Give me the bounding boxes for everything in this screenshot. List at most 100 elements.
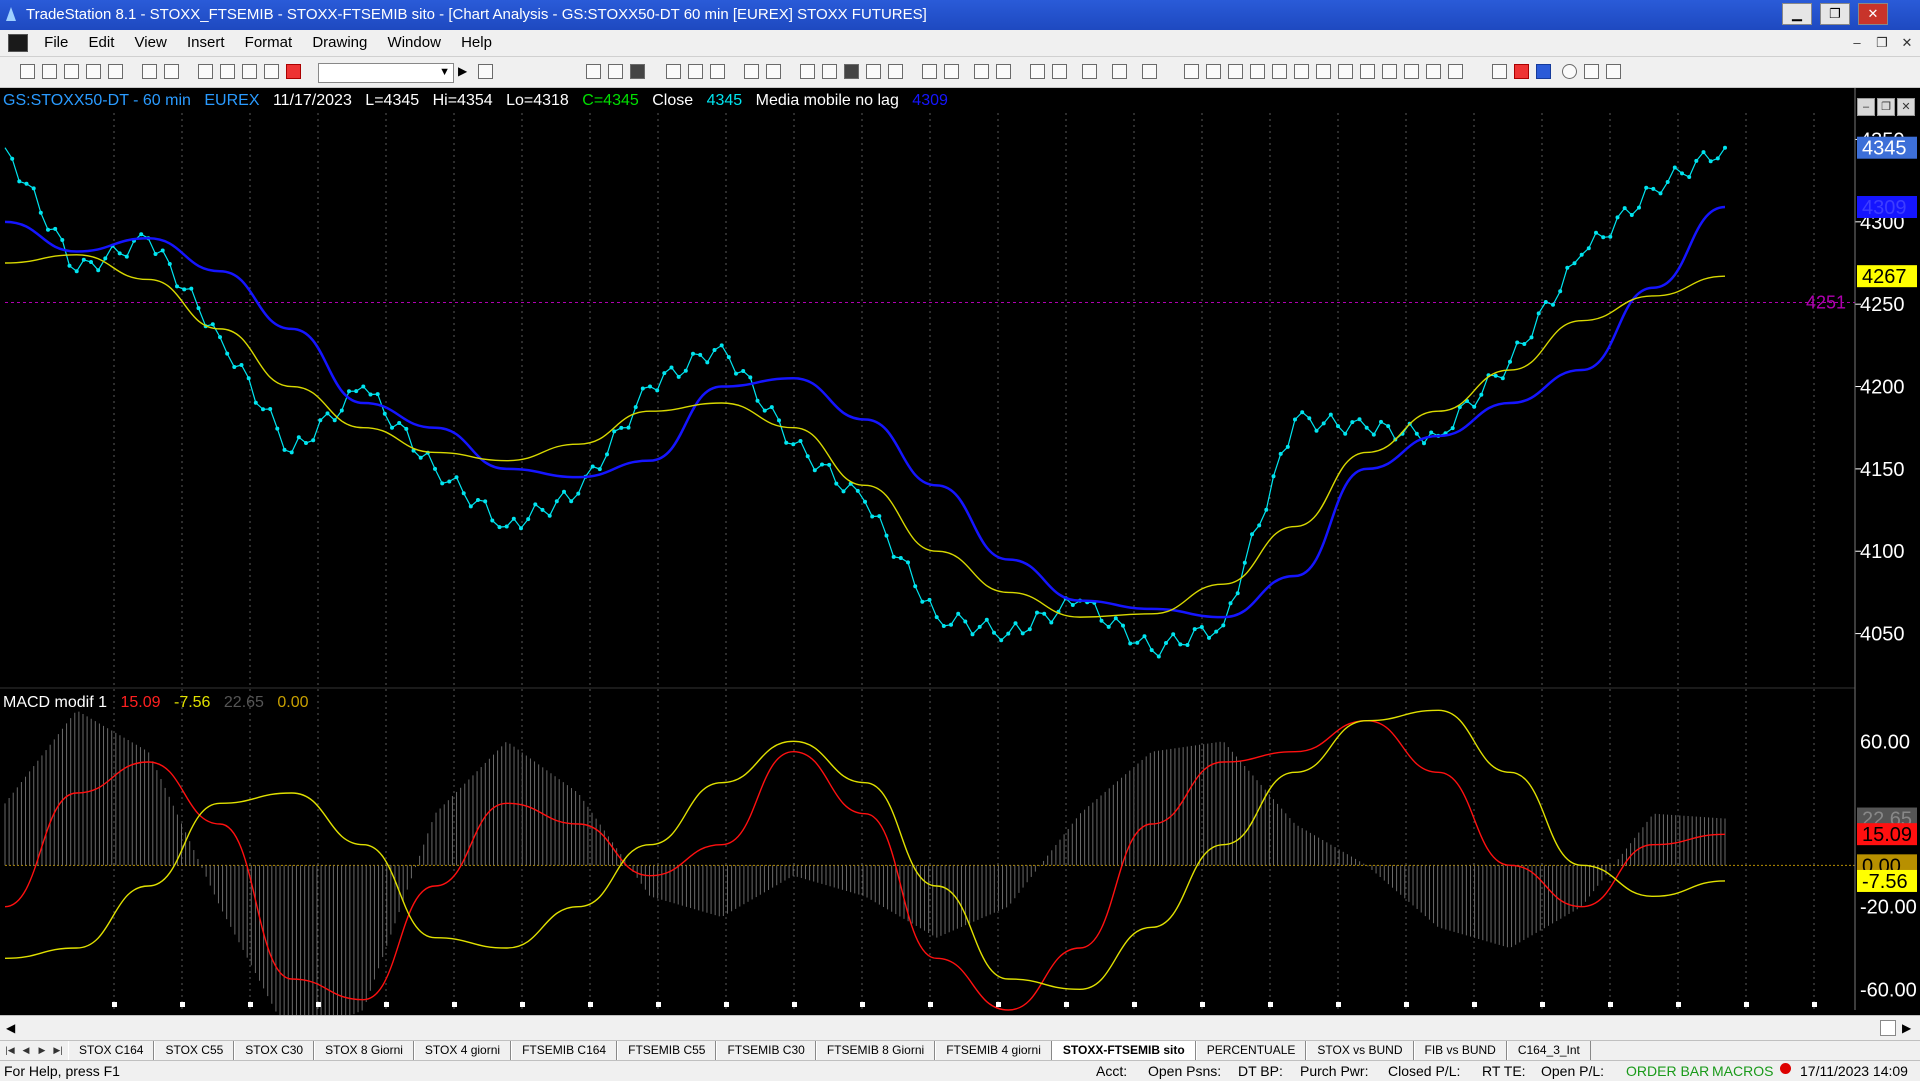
ellipse-icon[interactable] <box>1562 64 1577 79</box>
tab-next-icon[interactable]: ▶ <box>36 1043 48 1057</box>
indicator-icon-4[interactable] <box>866 64 881 79</box>
text-icon[interactable] <box>1606 64 1621 79</box>
vertical-lines-icon[interactable] <box>1206 64 1221 79</box>
chart-close-button[interactable]: ✕ <box>1897 98 1915 116</box>
tab-item[interactable]: STOX C30 <box>234 1041 315 1060</box>
chart-style-icon-2[interactable] <box>688 64 703 79</box>
arrow-icon[interactable] <box>1426 64 1441 79</box>
indicator-icon-5[interactable] <box>888 64 903 79</box>
calc-icon[interactable] <box>264 64 279 79</box>
menu-window[interactable]: Window <box>380 30 449 56</box>
zoom-symbol-icon[interactable] <box>478 64 493 79</box>
grid-icon[interactable] <box>1142 64 1157 79</box>
indicator-icon-3[interactable] <box>844 64 859 79</box>
rectangle-icon[interactable] <box>1584 64 1599 79</box>
bar-spacing-icon-2[interactable] <box>944 64 959 79</box>
bar-spacing-icon-1[interactable] <box>922 64 937 79</box>
pointer-icon[interactable] <box>1030 64 1045 79</box>
menu-file[interactable]: File <box>36 30 76 56</box>
close-button[interactable]: ✕ <box>1858 3 1888 25</box>
buy-arrow-icon[interactable] <box>1536 64 1551 79</box>
symbol-input[interactable]: ▼ <box>318 63 454 83</box>
mdi-minimize-button[interactable]: – <box>1846 33 1868 53</box>
paste-icon[interactable] <box>220 64 235 79</box>
scroll-thumb[interactable] <box>1880 1020 1896 1036</box>
lock-icon[interactable] <box>242 64 257 79</box>
chevron-down-icon[interactable]: ▼ <box>439 66 450 78</box>
tab-item[interactable]: STOX C164 <box>68 1041 155 1060</box>
tab-item[interactable]: STOX 8 Giorni <box>314 1041 414 1060</box>
new-icon[interactable] <box>20 64 35 79</box>
tab-first-icon[interactable]: |◀ <box>4 1043 16 1057</box>
zoom-out-icon[interactable] <box>996 64 1011 79</box>
indicator-icon-1[interactable] <box>800 64 815 79</box>
order-bar-button[interactable]: ORDER BAR <box>1626 1061 1709 1081</box>
chart-canvas[interactable]: 4251 43504300425042004150410040504345430… <box>0 88 1920 1030</box>
menu-view[interactable]: View <box>127 30 175 56</box>
tab-item[interactable]: FIB vs BUND <box>1413 1041 1507 1060</box>
format-icon-2[interactable] <box>766 64 781 79</box>
pen-icon[interactable] <box>1448 64 1463 79</box>
print-icon[interactable] <box>142 64 157 79</box>
speed-lines-icon[interactable] <box>1294 64 1309 79</box>
tab-last-icon[interactable]: ▶| <box>52 1043 64 1057</box>
minimize-button[interactable]: ▁ <box>1782 3 1812 25</box>
scroll-right-icon[interactable]: ▶ <box>1902 1021 1911 1035</box>
play-icon[interactable]: ▶ <box>458 64 467 78</box>
tab-item[interactable]: PERCENTUALE <box>1195 1041 1307 1060</box>
curve-icon[interactable] <box>1492 64 1507 79</box>
channel-icon[interactable] <box>1360 64 1375 79</box>
tab-item[interactable]: STOX 4 giorni <box>413 1041 512 1060</box>
arc-icon[interactable] <box>1382 64 1397 79</box>
tab-item[interactable]: FTSEMIB C164 <box>511 1041 618 1060</box>
chart-minimize-button[interactable]: – <box>1857 98 1875 116</box>
trendline-icon[interactable] <box>1184 64 1199 79</box>
open-workspace-icon[interactable] <box>64 64 79 79</box>
chart-style-icon-1[interactable] <box>666 64 681 79</box>
tab-item[interactable]: FTSEMIB 8 Giorni <box>815 1041 936 1060</box>
print-preview-icon[interactable] <box>164 64 179 79</box>
regression-icon[interactable] <box>1338 64 1353 79</box>
mdi-restore-button[interactable]: ❐ <box>1871 33 1893 53</box>
macros-button[interactable]: MACROS <box>1712 1061 1773 1081</box>
mdi-close-button[interactable]: ✕ <box>1896 33 1918 53</box>
horizontal-scrollbar[interactable]: ◀ ▶ <box>0 1015 1920 1041</box>
chart-analysis-window[interactable]: 4251 43504300425042004150410040504345430… <box>0 88 1920 1030</box>
tab-item[interactable]: C164_3_Int <box>1506 1041 1591 1060</box>
layout-icon-3[interactable] <box>630 64 645 79</box>
cycle-icon[interactable] <box>1404 64 1419 79</box>
menu-edit[interactable]: Edit <box>81 30 123 56</box>
chart-style-icon-3[interactable] <box>710 64 725 79</box>
indicator-icon-2[interactable] <box>822 64 837 79</box>
menu-format[interactable]: Format <box>237 30 301 56</box>
copy-icon[interactable] <box>198 64 213 79</box>
chart-window-icon[interactable] <box>8 34 28 53</box>
format-icon-1[interactable] <box>744 64 759 79</box>
scroll-left-icon[interactable]: ◀ <box>6 1021 15 1035</box>
gann-icon[interactable] <box>1272 64 1287 79</box>
layout-icon-1[interactable] <box>586 64 601 79</box>
tab-item[interactable]: STOXX-FTSEMIB sito <box>1051 1041 1196 1060</box>
menu-insert[interactable]: Insert <box>179 30 233 56</box>
menu-drawing[interactable]: Drawing <box>304 30 375 56</box>
andrews-icon[interactable] <box>1316 64 1331 79</box>
save-all-icon[interactable] <box>108 64 123 79</box>
tab-prev-icon[interactable]: ◀ <box>20 1043 32 1057</box>
sell-arrow-icon[interactable] <box>1514 64 1529 79</box>
crosshair-icon[interactable] <box>1052 64 1067 79</box>
tools-icon[interactable] <box>1082 64 1097 79</box>
alerts-icon[interactable] <box>286 64 301 79</box>
fib-icon[interactable] <box>1250 64 1265 79</box>
tab-item[interactable]: FTSEMIB 4 giorni <box>935 1041 1052 1060</box>
tab-item[interactable]: STOX C55 <box>154 1041 235 1060</box>
menu-help[interactable]: Help <box>453 30 500 56</box>
zoom-in-icon[interactable] <box>974 64 989 79</box>
open-icon[interactable] <box>42 64 57 79</box>
layout-icon-2[interactable] <box>608 64 623 79</box>
horizontal-lines-icon[interactable] <box>1228 64 1243 79</box>
save-icon[interactable] <box>86 64 101 79</box>
tab-item[interactable]: STOX vs BUND <box>1306 1041 1414 1060</box>
chart-restore-button[interactable]: ❐ <box>1877 98 1895 116</box>
tab-item[interactable]: FTSEMIB C30 <box>716 1041 816 1060</box>
maximize-button[interactable]: ❐ <box>1820 3 1850 25</box>
